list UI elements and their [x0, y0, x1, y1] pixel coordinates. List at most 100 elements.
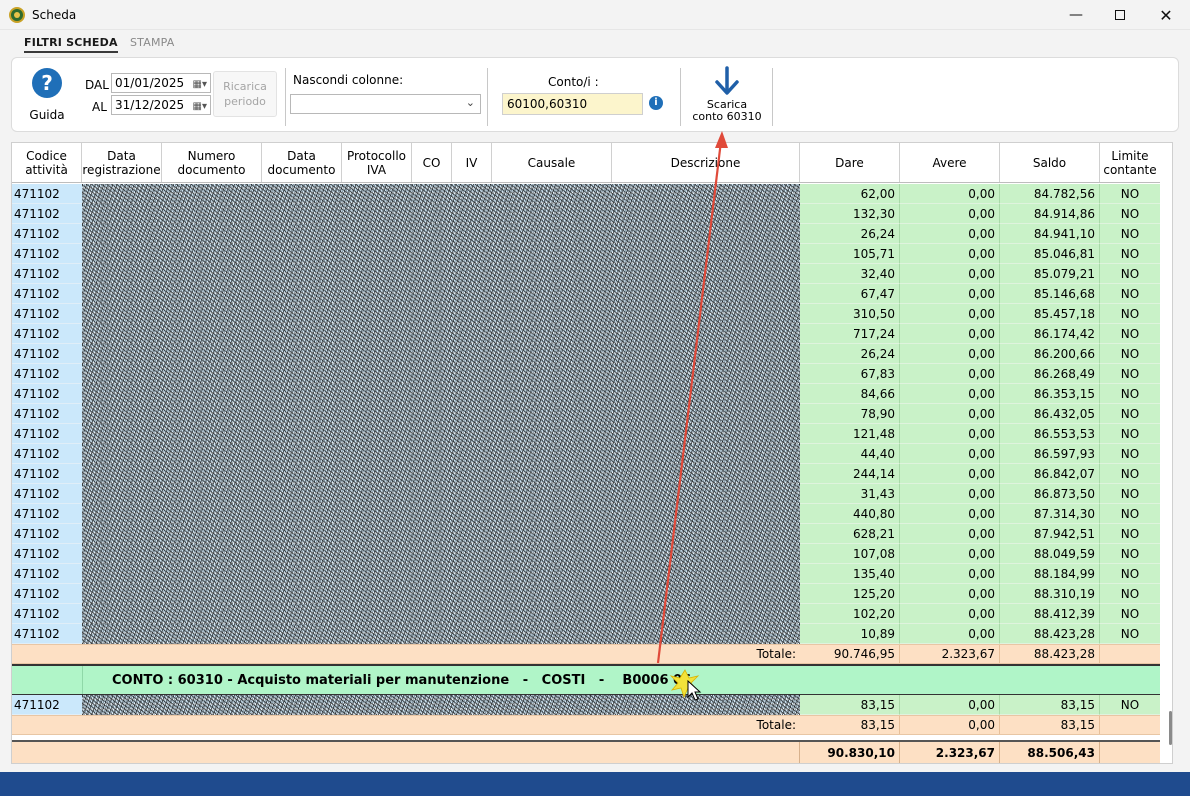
- cell-saldo: 87.942,51: [1000, 524, 1100, 544]
- table-row[interactable]: 471102 78,90 0,00 86.432,05 NO: [12, 404, 1160, 424]
- cell-saldo: 86.353,15: [1000, 384, 1100, 404]
- maximize-button[interactable]: [1097, 0, 1143, 30]
- cell-limite-contante: NO: [1100, 184, 1160, 204]
- table-row[interactable]: 471102 84,66 0,00 86.353,15 NO: [12, 384, 1160, 404]
- nascondi-colonne-select[interactable]: ⌄: [290, 94, 481, 114]
- cell-avere: 0,00: [900, 304, 1000, 324]
- cell-dare: 244,14: [800, 464, 900, 484]
- col-descrizione[interactable]: Descrizione: [612, 143, 800, 182]
- al-date-value: 31/12/2025: [115, 98, 185, 112]
- cell-avere: 0,00: [900, 344, 1000, 364]
- cell-limite-contante: NO: [1100, 344, 1160, 364]
- table-row[interactable]: 471102 244,14 0,00 86.842,07 NO: [12, 464, 1160, 484]
- table-row[interactable]: 471102 105,71 0,00 85.046,81 NO: [12, 244, 1160, 264]
- cell-limite-contante: NO: [1100, 544, 1160, 564]
- window-title: Scheda: [32, 8, 77, 22]
- table-row[interactable]: 471102 628,21 0,00 87.942,51 NO: [12, 524, 1160, 544]
- table-row[interactable]: 471102 32,40 0,00 85.079,21 NO: [12, 264, 1160, 284]
- cell-saldo: 84.941,10: [1000, 224, 1100, 244]
- cell-limite-contante: NO: [1100, 404, 1160, 424]
- cell-limite-contante: NO: [1100, 695, 1160, 715]
- subtotal-avere: 2.323,67: [900, 645, 1000, 663]
- calendar-dropdown-icon[interactable]: ▦▾: [193, 98, 207, 116]
- cell-dare: 26,24: [800, 344, 900, 364]
- cell-saldo: 86.432,05: [1000, 404, 1100, 424]
- minimize-button[interactable]: —: [1053, 0, 1099, 30]
- conto-label: Conto/i :: [548, 75, 599, 89]
- ricarica-line1: Ricarica: [223, 80, 267, 93]
- close-button[interactable]: ✕: [1143, 0, 1189, 30]
- scarica-line2: conto 60310: [692, 110, 762, 123]
- cell-limite-contante: NO: [1100, 584, 1160, 604]
- col-data-registrazione[interactable]: Data registrazione: [82, 143, 162, 182]
- table-row[interactable]: 471102 121,48 0,00 86.553,53 NO: [12, 424, 1160, 444]
- table-row[interactable]: 471102 132,30 0,00 84.914,86 NO: [12, 204, 1160, 224]
- cell-codice-attivita: 471102: [12, 544, 82, 564]
- tab-filtri-scheda[interactable]: FILTRI SCHEDA: [24, 36, 118, 53]
- redacted-cells: [82, 464, 800, 484]
- table-row[interactable]: 471102 107,08 0,00 88.049,59 NO: [12, 544, 1160, 564]
- cell-codice-attivita: 471102: [12, 264, 82, 284]
- table-row[interactable]: 471102 26,24 0,00 86.200,66 NO: [12, 344, 1160, 364]
- minimize-icon: —: [1069, 7, 1083, 23]
- cell-saldo: 87.314,30: [1000, 504, 1100, 524]
- account-group-header[interactable]: CONTO : 60310 - Acquisto materiali per m…: [12, 664, 1160, 696]
- table-row[interactable]: 471102 67,83 0,00 86.268,49 NO: [12, 364, 1160, 384]
- cell-saldo: 86.873,50: [1000, 484, 1100, 504]
- ricarica-periodo-button[interactable]: Ricarica periodo: [213, 71, 277, 117]
- table-row[interactable]: 471102 125,20 0,00 88.310,19 NO: [12, 584, 1160, 604]
- cell-saldo: 84.782,56: [1000, 184, 1100, 204]
- table-row[interactable]: 471102 310,50 0,00 85.457,18 NO: [12, 304, 1160, 324]
- table-row[interactable]: 471102 10,89 0,00 88.423,28 NO: [12, 624, 1160, 644]
- vertical-scrollbar[interactable]: [1169, 711, 1172, 745]
- table-row[interactable]: 471102 67,47 0,00 85.146,68 NO: [12, 284, 1160, 304]
- cell-limite-contante: NO: [1100, 284, 1160, 304]
- table-row[interactable]: 471102 31,43 0,00 86.873,50 NO: [12, 484, 1160, 504]
- tab-stampa[interactable]: STAMPA: [130, 36, 175, 49]
- redacted-cells: [82, 444, 800, 464]
- col-protocollo-iva[interactable]: Protocollo IVA: [342, 143, 412, 182]
- grand-total-saldo: 88.506,43: [1000, 742, 1100, 763]
- cell-avere: 0,00: [900, 604, 1000, 624]
- col-codice-attivita[interactable]: Codice attività: [12, 143, 82, 182]
- table-row[interactable]: 471102 83,15 0,00 83,15 NO: [12, 695, 1160, 715]
- col-numero-documento[interactable]: Numero documento: [162, 143, 262, 182]
- cell-avere: 0,00: [900, 184, 1000, 204]
- cell-codice-attivita: 471102: [12, 695, 82, 715]
- col-saldo[interactable]: Saldo: [1000, 143, 1100, 182]
- col-co[interactable]: CO: [412, 143, 452, 182]
- info-icon[interactable]: i: [649, 96, 663, 110]
- col-iv[interactable]: IV: [452, 143, 492, 182]
- conto-input[interactable]: 60100,60310: [502, 93, 643, 115]
- cell-codice-attivita: 471102: [12, 204, 82, 224]
- dal-date-value: 01/01/2025: [115, 76, 185, 90]
- cell-dare: 135,40: [800, 564, 900, 584]
- table-row[interactable]: 471102 102,20 0,00 88.412,39 NO: [12, 604, 1160, 624]
- cell-saldo: 88.423,28: [1000, 624, 1100, 644]
- table-row[interactable]: 471102 135,40 0,00 88.184,99 NO: [12, 564, 1160, 584]
- col-avere[interactable]: Avere: [900, 143, 1000, 182]
- col-dare[interactable]: Dare: [800, 143, 900, 182]
- al-date-input[interactable]: 31/12/2025 ▦▾: [111, 95, 211, 115]
- guida-button[interactable]: ? Guida: [20, 66, 74, 126]
- cell-codice-attivita: 471102: [12, 364, 82, 384]
- cell-saldo: 86.597,93: [1000, 444, 1100, 464]
- cell-avere: 0,00: [900, 584, 1000, 604]
- account-header-text: CONTO : 60310 - Acquisto materiali per m…: [112, 673, 692, 688]
- cell-dare: 310,50: [800, 304, 900, 324]
- col-limite-contante[interactable]: Limite contante: [1100, 143, 1160, 182]
- redacted-cells: [82, 184, 800, 204]
- calendar-dropdown-icon[interactable]: ▦▾: [193, 76, 207, 94]
- col-data-documento[interactable]: Data documento: [262, 143, 342, 182]
- cell-saldo: 86.553,53: [1000, 424, 1100, 444]
- scarica-conto-button[interactable]: Scarica conto 60310: [683, 66, 771, 128]
- nascondi-colonne-label: Nascondi colonne:: [293, 73, 404, 87]
- table-row[interactable]: 471102 26,24 0,00 84.941,10 NO: [12, 224, 1160, 244]
- maximize-icon: [1115, 10, 1125, 20]
- table-row[interactable]: 471102 440,80 0,00 87.314,30 NO: [12, 504, 1160, 524]
- col-causale[interactable]: Causale: [492, 143, 612, 182]
- table-row[interactable]: 471102 717,24 0,00 86.174,42 NO: [12, 324, 1160, 344]
- dal-date-input[interactable]: 01/01/2025 ▦▾: [111, 73, 211, 93]
- table-row[interactable]: 471102 62,00 0,00 84.782,56 NO: [12, 184, 1160, 204]
- table-row[interactable]: 471102 44,40 0,00 86.597,93 NO: [12, 444, 1160, 464]
